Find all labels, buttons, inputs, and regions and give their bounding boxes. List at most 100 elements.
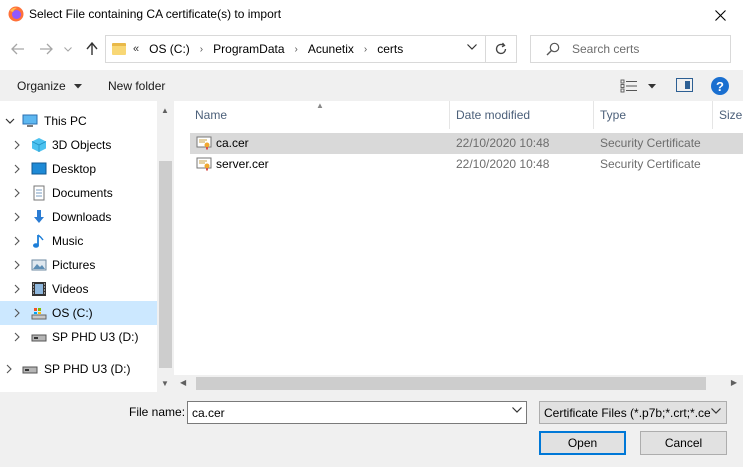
chevron-down-icon[interactable] bbox=[512, 407, 522, 413]
breadcrumb-certs[interactable]: certs bbox=[377, 42, 403, 56]
file-type: Security Certificate bbox=[600, 157, 701, 171]
nav-item-label: Downloads bbox=[52, 210, 112, 224]
column-type-label: Type bbox=[600, 108, 627, 122]
column-header-date[interactable]: Date modified bbox=[456, 101, 530, 129]
column-divider[interactable] bbox=[593, 101, 594, 129]
scroll-up-icon[interactable]: ▲ bbox=[161, 106, 169, 115]
column-divider[interactable] bbox=[712, 101, 713, 129]
nav-item-desktop[interactable]: Desktop bbox=[0, 157, 157, 181]
cube-icon bbox=[31, 138, 47, 152]
chevron-right-icon[interactable] bbox=[12, 212, 22, 222]
file-name-combobox[interactable] bbox=[187, 401, 527, 424]
chevron-right-icon[interactable] bbox=[12, 260, 22, 270]
search-placeholder[interactable]: Search certs bbox=[572, 42, 639, 56]
pictures-icon bbox=[31, 259, 47, 271]
refresh-icon bbox=[495, 42, 507, 55]
up-button[interactable] bbox=[83, 40, 101, 58]
firefox-icon bbox=[8, 6, 24, 22]
title-bar: Select File containing CA certificate(s)… bbox=[0, 0, 743, 30]
file-name: ca.cer bbox=[216, 136, 249, 150]
nav-item-documents[interactable]: Documents bbox=[0, 181, 157, 205]
nav-item-pictures[interactable]: Pictures bbox=[0, 253, 157, 277]
file-name-label: File name: bbox=[129, 405, 186, 419]
chevron-down-icon bbox=[648, 83, 656, 88]
nav-item-label: Music bbox=[52, 234, 84, 248]
file-type-filter[interactable]: Certificate Files (*.p7b;*.crt;*.ce bbox=[539, 401, 727, 424]
file-name: server.cer bbox=[216, 157, 269, 171]
nav-item-label: This PC bbox=[44, 114, 87, 128]
cancel-button[interactable]: Cancel bbox=[640, 431, 727, 455]
arrow-right-icon bbox=[40, 43, 53, 55]
address-overflow[interactable]: « bbox=[133, 43, 139, 55]
back-button[interactable] bbox=[9, 40, 27, 58]
file-date: 22/10/2020 10:48 bbox=[456, 136, 550, 150]
chevron-right-icon[interactable]: › bbox=[200, 44, 203, 55]
nav-item-this-pc[interactable]: This PC bbox=[0, 109, 157, 133]
column-divider[interactable] bbox=[449, 101, 450, 129]
refresh-button[interactable] bbox=[486, 35, 517, 63]
chevron-right-icon[interactable] bbox=[12, 332, 22, 342]
sort-ascending-icon: ▲ bbox=[316, 101, 324, 110]
drive-icon bbox=[31, 308, 47, 320]
chevron-right-icon[interactable] bbox=[12, 164, 22, 174]
file-name-input[interactable] bbox=[192, 402, 492, 423]
scrollbar-thumb[interactable] bbox=[159, 161, 172, 368]
scroll-left-icon[interactable]: ◀ bbox=[180, 378, 186, 387]
address-bar[interactable]: « OS (C:) › ProgramData › Acunetix › cer… bbox=[105, 35, 486, 63]
chevron-right-icon[interactable]: › bbox=[295, 44, 298, 55]
chevron-right-icon[interactable] bbox=[12, 308, 22, 318]
window-title: Select File containing CA certificate(s)… bbox=[29, 7, 282, 21]
scroll-right-icon[interactable]: ▶ bbox=[731, 378, 737, 387]
organize-label: Organize bbox=[17, 79, 66, 93]
forward-button[interactable] bbox=[37, 40, 55, 58]
nav-item-label: Documents bbox=[52, 186, 113, 200]
organize-button[interactable]: Organize bbox=[17, 79, 83, 93]
navigation-pane: This PC 3D Objects Desktop Documents Dow… bbox=[0, 101, 157, 392]
nav-item-sp-phd-u3-d[interactable]: SP PHD U3 (D:) bbox=[0, 325, 157, 349]
pc-icon bbox=[22, 114, 38, 127]
scrollbar-thumb[interactable] bbox=[196, 377, 706, 390]
file-list-scrollbar[interactable]: ◀ ▶ bbox=[174, 375, 743, 392]
breadcrumb-programdata[interactable]: ProgramData bbox=[213, 42, 284, 56]
chevron-right-icon[interactable]: › bbox=[364, 44, 367, 55]
nav-item-downloads[interactable]: Downloads bbox=[0, 205, 157, 229]
nav-item-os-c[interactable]: OS (C:) bbox=[0, 301, 157, 325]
nav-item-3d-objects[interactable]: 3D Objects bbox=[0, 133, 157, 157]
file-open-dialog: Select File containing CA certificate(s)… bbox=[0, 0, 743, 467]
help-button[interactable]: ? bbox=[711, 77, 729, 95]
arrow-left-icon bbox=[11, 43, 24, 55]
chevron-right-icon[interactable] bbox=[4, 364, 14, 374]
breadcrumb-drive[interactable]: OS (C:) bbox=[149, 42, 190, 56]
nav-item-music[interactable]: Music bbox=[0, 229, 157, 253]
change-view-button[interactable] bbox=[620, 77, 660, 95]
nav-item-videos[interactable]: Videos bbox=[0, 277, 157, 301]
usb-drive-icon bbox=[22, 366, 38, 374]
close-button[interactable] bbox=[697, 0, 743, 30]
file-row[interactable]: ca.cer 22/10/2020 10:48 Security Certifi… bbox=[190, 133, 743, 154]
nav-item-label: SP PHD U3 (D:) bbox=[52, 330, 139, 344]
search-box[interactable]: Search certs bbox=[530, 35, 731, 63]
file-date: 22/10/2020 10:48 bbox=[456, 157, 550, 171]
nav-item-label: OS (C:) bbox=[52, 306, 93, 320]
preview-pane-button[interactable] bbox=[676, 78, 693, 92]
certificate-icon bbox=[196, 136, 212, 150]
nav-item-label: Videos bbox=[52, 282, 89, 296]
chevron-right-icon[interactable] bbox=[12, 284, 22, 294]
nav-item-sp-phd-u3-d-root[interactable]: SP PHD U3 (D:) bbox=[0, 357, 157, 381]
recent-locations-button[interactable] bbox=[62, 40, 74, 58]
scroll-down-icon[interactable]: ▼ bbox=[161, 379, 169, 388]
open-button[interactable]: Open bbox=[539, 431, 626, 455]
file-row[interactable]: server.cer 22/10/2020 10:48 Security Cer… bbox=[190, 154, 743, 175]
chevron-down-icon[interactable] bbox=[5, 116, 15, 126]
nav-item-label: Desktop bbox=[52, 162, 97, 176]
column-header-name[interactable]: Name bbox=[195, 101, 227, 129]
chevron-right-icon[interactable] bbox=[12, 140, 22, 150]
nav-pane-scrollbar[interactable]: ▲ ▼ bbox=[157, 101, 174, 392]
new-folder-button[interactable]: New folder bbox=[108, 79, 165, 93]
chevron-right-icon[interactable] bbox=[12, 188, 22, 198]
chevron-down-icon[interactable] bbox=[467, 44, 477, 50]
column-header-type[interactable]: Type bbox=[600, 101, 626, 129]
breadcrumb-acunetix[interactable]: Acunetix bbox=[308, 42, 354, 56]
chevron-right-icon[interactable] bbox=[12, 236, 22, 246]
column-header-size[interactable]: Size bbox=[719, 101, 742, 129]
